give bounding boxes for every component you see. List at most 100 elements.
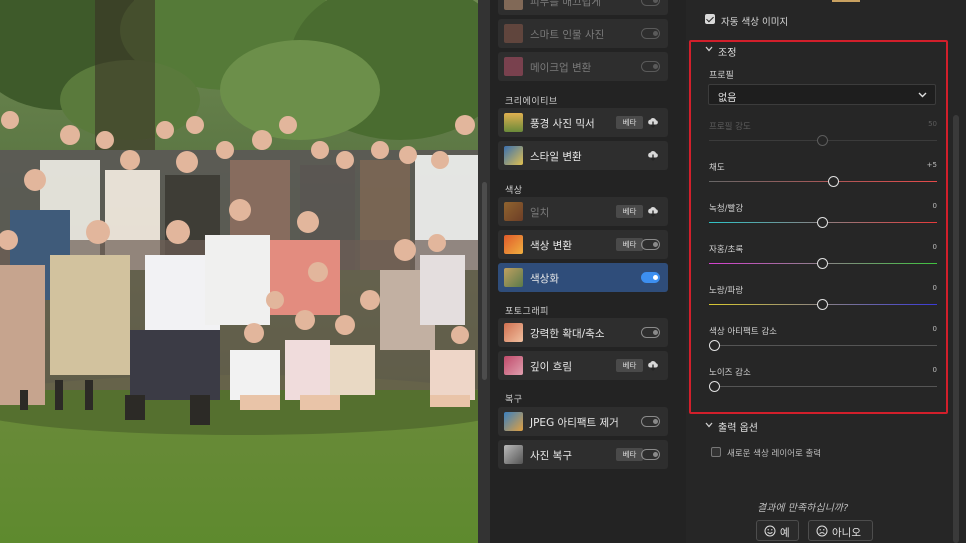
frown-icon (816, 525, 828, 537)
smile-icon (764, 525, 776, 537)
noise-reduction-slider-handle[interactable] (709, 381, 720, 392)
cloud-download-icon[interactable] (647, 116, 659, 128)
colorize-toggle[interactable] (641, 272, 660, 283)
color-transfer-thumbnail (504, 235, 523, 254)
profile-dropdown-value: 없음 (718, 93, 737, 104)
noise-reduction-slider[interactable] (709, 386, 937, 387)
cloud-download-icon[interactable] (647, 149, 659, 161)
cloud-download-icon[interactable] (647, 205, 659, 217)
cyan-red-value: 0 (932, 202, 937, 210)
magenta-green-slider-handle[interactable] (817, 258, 828, 269)
cyan-red-label: 녹청/빨강 (709, 204, 744, 214)
output-options-title[interactable]: 출력 옵션 (718, 419, 758, 434)
filter-item-match[interactable]: 일치 베타 (498, 197, 668, 226)
filter-label: 사진 복구 (530, 450, 572, 462)
color-artifact-reduction-slider-handle[interactable] (709, 340, 720, 351)
beta-badge: 베타 (616, 448, 643, 461)
panel-top-marker (832, 0, 860, 2)
filter-label: 메이크업 변환 (530, 62, 592, 74)
colorized-group-photo (0, 0, 478, 543)
filter-list: 피부를 매끄럽게 스마트 인물 사진 메이크업 변환 크리에이티브 풍경 사진 … (490, 0, 686, 543)
feedback-yes-button[interactable]: 예 (756, 520, 799, 541)
beta-badge: 베타 (616, 116, 643, 129)
color-artifact-reduction-slider[interactable] (709, 345, 937, 346)
noise-reduction-label: 노이즈 감소 (709, 368, 751, 378)
saturation-slider[interactable] (709, 181, 937, 182)
noise-reduction-value: 0 (932, 366, 937, 374)
yellow-blue-slider-handle[interactable] (817, 299, 828, 310)
skin-smoothing-thumbnail (504, 0, 523, 10)
yes-label: 예 (780, 527, 790, 539)
new-layer-checkbox[interactable] (711, 447, 721, 457)
filter-item-makeup-transfer[interactable]: 메이크업 변환 (498, 52, 668, 81)
color-artifact-reduction-label: 색상 아티팩트 감소 (709, 327, 777, 337)
color-transfer-toggle[interactable] (641, 239, 660, 250)
filter-item-landscape-mixer[interactable]: 풍경 사진 믹서 베타 (498, 108, 668, 137)
filter-item-style-transfer[interactable]: 스타일 변환 (498, 141, 668, 170)
super-zoom-thumbnail (504, 323, 523, 342)
photo-restoration-toggle[interactable] (641, 449, 660, 460)
filter-item-jpeg-artifact-removal[interactable]: JPEG 아티팩트 제거 (498, 407, 668, 436)
magenta-green-label: 자홍/초록 (709, 245, 744, 255)
filter-label: 색상 변환 (530, 240, 572, 252)
jpeg-artifact-thumbnail (504, 412, 523, 431)
beta-badge: 베타 (616, 205, 643, 218)
filter-item-color-transfer[interactable]: 색상 변환 베타 (498, 230, 668, 259)
chevron-down-icon[interactable] (705, 46, 713, 52)
filter-label: 강력한 확대/축소 (530, 328, 605, 340)
settings-scrollbar[interactable] (953, 115, 959, 543)
yellow-blue-label: 노랑/파랑 (709, 286, 744, 296)
smart-portrait-toggle[interactable] (641, 28, 660, 39)
makeup-transfer-thumbnail (504, 57, 523, 76)
style-transfer-thumbnail (504, 146, 523, 165)
new-layer-label: 새로운 색상 레이어로 출력 (727, 449, 822, 459)
auto-color-label: 자동 색상 이미지 (721, 17, 789, 28)
smart-portrait-thumbnail (504, 24, 523, 43)
profile-strength-label: 프로필 강도 (709, 122, 751, 132)
jpeg-artifact-toggle[interactable] (641, 416, 660, 427)
super-zoom-toggle[interactable] (641, 327, 660, 338)
section-title-creative: 크리에이티브 (505, 97, 558, 107)
chevron-down-icon[interactable] (705, 422, 713, 428)
magenta-green-value: 0 (932, 243, 937, 251)
filter-item-skin-smoothing[interactable]: 피부를 매끄럽게 (498, 0, 668, 15)
cloud-download-icon[interactable] (647, 359, 659, 371)
filter-item-colorize[interactable]: 색상화 (498, 263, 668, 292)
profile-dropdown[interactable]: 없음 (708, 84, 936, 105)
filter-item-depth-blur[interactable]: 깊이 흐림 베타 (498, 351, 668, 380)
beta-badge: 베타 (616, 238, 643, 251)
feedback-no-button[interactable]: 아니오 (808, 520, 873, 541)
filter-label: 스마트 인물 사진 (530, 29, 605, 41)
photo-canvas[interactable] (0, 0, 478, 543)
profile-label: 프로필 (709, 71, 734, 81)
landscape-mixer-thumbnail (504, 113, 523, 132)
saturation-slider-handle[interactable] (827, 176, 839, 187)
match-thumbnail (504, 202, 523, 221)
cyan-red-slider-handle[interactable] (817, 217, 828, 228)
profile-strength-value: 50 (928, 120, 937, 128)
section-title-restoration: 복구 (505, 395, 523, 405)
skin-smoothing-toggle[interactable] (641, 0, 660, 6)
photo-restoration-thumbnail (504, 445, 523, 464)
filter-label: 일치 (530, 207, 550, 219)
filter-label: 풍경 사진 믹서 (530, 118, 595, 130)
color-artifact-reduction-value: 0 (932, 325, 937, 333)
section-title-photography: 포토그래피 (505, 307, 549, 317)
filter-label: 색상화 (530, 273, 559, 285)
canvas-scrollbar[interactable] (482, 182, 487, 380)
makeup-transfer-toggle[interactable] (641, 61, 660, 72)
saturation-value: +5 (926, 161, 937, 169)
filter-item-super-zoom[interactable]: 강력한 확대/축소 (498, 318, 668, 347)
feedback-question: 결과에 만족하십니까? (757, 503, 849, 514)
depth-blur-thumbnail (504, 356, 523, 375)
chevron-down-icon (918, 92, 927, 98)
adjustments-section-title[interactable]: 조정 (718, 44, 736, 59)
filter-item-photo-restoration[interactable]: 사진 복구 베타 (498, 440, 668, 469)
filter-item-smart-portrait[interactable]: 스마트 인물 사진 (498, 19, 668, 48)
yellow-blue-value: 0 (932, 284, 937, 292)
auto-color-checkbox[interactable] (705, 14, 715, 24)
beta-badge: 베타 (616, 359, 643, 372)
colorize-thumbnail (504, 268, 523, 287)
filter-label: 깊이 흐림 (530, 361, 572, 373)
profile-strength-slider-handle[interactable] (817, 135, 828, 146)
